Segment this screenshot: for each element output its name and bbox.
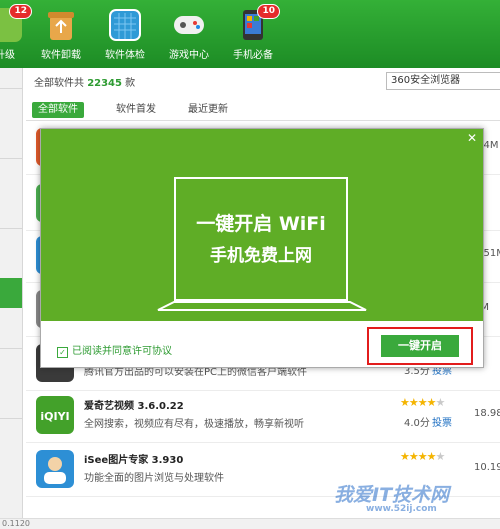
category-sidebar bbox=[0, 68, 23, 518]
upgrade-icon: 12 bbox=[0, 4, 32, 42]
close-icon[interactable]: ✕ bbox=[467, 131, 477, 145]
promo-subheadline: 手机免费上网 bbox=[210, 246, 312, 266]
laptop-base-icon bbox=[157, 301, 367, 311]
promo-headline: 一键开启 WiFi bbox=[196, 213, 326, 235]
toolbar-item-game-center[interactable]: 游戏中心 bbox=[158, 6, 220, 66]
count-number: 22345 bbox=[87, 78, 122, 89]
count-suffix: 款 bbox=[125, 78, 136, 89]
search-input[interactable]: 360安全浏览器 bbox=[386, 72, 500, 90]
one-click-open-button[interactable]: 一键开启 bbox=[381, 335, 459, 357]
promo-banner: ✕ 一键开启 WiFi 手机免费上网 bbox=[41, 129, 483, 321]
toolbar-item-label: 游戏中心 bbox=[169, 50, 209, 61]
recycle-bin-icon bbox=[44, 8, 78, 42]
toolbar-item-mobile-essentials[interactable]: 10 手机必备 bbox=[222, 4, 284, 66]
watermark: 我爱IT技术网 www.52ij.com bbox=[300, 470, 500, 520]
upgrade-count-badge: 12 bbox=[9, 4, 32, 19]
watermark-text: 我爱IT技术网 bbox=[334, 484, 450, 506]
vote-link[interactable]: 投票 bbox=[432, 414, 452, 429]
software-count: 全部软件共 22345 款 bbox=[34, 74, 135, 89]
app-name[interactable]: iSee图片专家 3.930 bbox=[84, 451, 183, 466]
toolbar-item-uninstall[interactable]: 软件卸载 bbox=[30, 6, 92, 66]
tab-all-software[interactable]: 全部软件 bbox=[32, 102, 84, 118]
toolbar-item-checkup[interactable]: 软件体检 bbox=[94, 6, 156, 66]
gamepad-icon bbox=[172, 8, 206, 42]
rating-stars-icon: ★★★★★ bbox=[400, 450, 445, 463]
checkmark-icon: ✓ bbox=[57, 347, 68, 358]
sidebar-divider bbox=[0, 348, 22, 349]
top-toolbar: 12 升级 软件卸载 软件体检 游戏中心 10 手机必备 bbox=[0, 0, 500, 68]
tab-recent-updates[interactable]: 最近更新 bbox=[182, 102, 234, 118]
svg-text:iQIYI: iQIYI bbox=[40, 410, 69, 423]
sidebar-divider bbox=[0, 158, 22, 159]
toolbar-item-label: 软件体检 bbox=[105, 50, 145, 61]
highlight-box: 一键开启 bbox=[367, 327, 473, 365]
watermark-url: www.52ij.com bbox=[366, 504, 437, 514]
app-description: 全网搜索，视频应有尽有，极速播放，畅享新视听 bbox=[84, 419, 304, 430]
agree-checkbox[interactable]: ✓ 已阅读并同意许可协议 bbox=[57, 342, 172, 358]
app-size: 18.98 bbox=[474, 408, 500, 419]
monitor-checkup-icon bbox=[108, 8, 142, 42]
mobile-count-badge: 10 bbox=[257, 4, 280, 19]
laptop-icon: 一键开启 WiFi 手机免费上网 bbox=[174, 177, 348, 301]
sidebar-divider bbox=[0, 418, 22, 419]
sidebar-item-selected[interactable] bbox=[0, 278, 22, 308]
isee-icon bbox=[36, 450, 74, 488]
sidebar-divider bbox=[0, 228, 22, 229]
count-prefix: 全部软件共 bbox=[34, 78, 84, 89]
phone-icon: 10 bbox=[236, 4, 280, 42]
agree-label: 已阅读并同意许可协议 bbox=[72, 346, 172, 357]
app-score: 4.0分 bbox=[404, 418, 430, 429]
iqiyi-icon: iQIYI bbox=[36, 396, 74, 434]
rating-stars-icon: ★★★★★ bbox=[400, 396, 445, 409]
wifi-promo-dialog: ✕ 一键开启 WiFi 手机免费上网 ✓ 已阅读并同意许可协议 一键开启 bbox=[40, 128, 484, 368]
list-item[interactable]: iQIYI 爱奇艺视频 3.6.0.22 全网搜索，视频应有尽有，极速播放，畅享… bbox=[26, 390, 500, 443]
app-description: 功能全面的图片浏览与处理软件 bbox=[84, 473, 224, 484]
toolbar-item-label: 软件卸载 bbox=[41, 50, 81, 61]
app-name[interactable]: 爱奇艺视频 3.6.0.22 bbox=[84, 397, 184, 412]
toolbar-item-label: 手机必备 bbox=[233, 50, 273, 61]
category-tabs: 全部软件 软件首发 最近更新 bbox=[26, 100, 500, 121]
sidebar-divider bbox=[0, 88, 22, 89]
tab-new-release[interactable]: 软件首发 bbox=[110, 102, 162, 118]
